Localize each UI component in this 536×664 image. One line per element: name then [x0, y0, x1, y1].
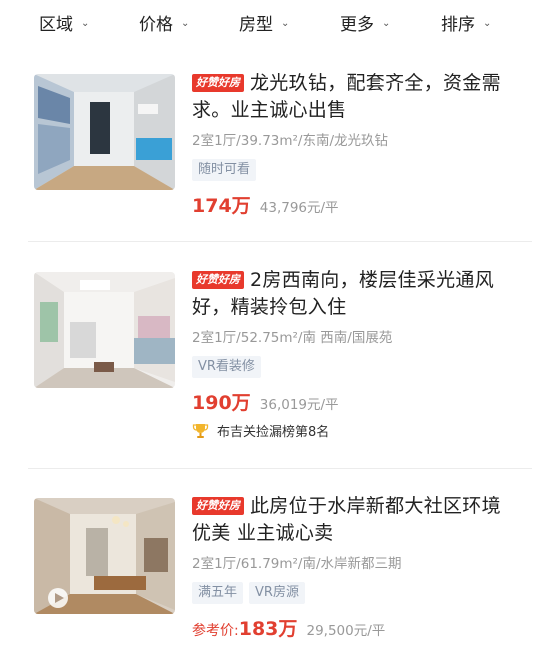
listing-tags: 随时可看	[192, 158, 512, 182]
filter-room-type[interactable]: 房型 ⌄	[239, 10, 289, 35]
listing-title-block: 好赞好房 龙光玖钻，配套齐全，资金需求。业主诚心出售	[192, 70, 512, 124]
filter-more[interactable]: 更多 ⌄	[340, 10, 390, 35]
filter-price[interactable]: 价格 ⌄	[139, 10, 189, 35]
listing-title-block: 好赞好房 2房西南向，楼层佳采光通风好，精装拎包入住	[192, 267, 512, 321]
divider	[28, 241, 532, 242]
chevron-down-icon: ⌄	[382, 18, 391, 29]
total-price: 174万	[192, 195, 251, 217]
filter-room-type-label: 房型	[239, 15, 273, 35]
listing-meta: 2室1厅/61.79m²/南/水岸新都三期	[192, 556, 402, 572]
rank-row[interactable]: 布吉关捡漏榜第8名	[192, 421, 512, 440]
listing-tag: VR房源	[249, 582, 305, 604]
listing-tag: 随时可看	[192, 159, 257, 181]
filter-area[interactable]: 区域 ⌄	[39, 10, 89, 35]
total-price: 183万	[238, 618, 298, 640]
filter-bar: 区域 ⌄ 价格 ⌄ 房型 ⌄ 更多 ⌄ 排序 ⌄	[0, 0, 536, 44]
reference-price-label: 参考价:	[192, 623, 239, 639]
listing-title-block: 好赞好房 此房位于水岸新都大社区环境优美 业主诚心卖	[192, 493, 512, 547]
good-house-badge: 好赞好房	[192, 497, 244, 515]
listing-photo	[34, 74, 175, 190]
price-row: 参考价:183万 29,500元/平	[192, 614, 512, 641]
listing-meta: 2室1厅/52.75m²/南 西南/国展苑	[192, 330, 393, 346]
listing-meta: 2室1厅/39.73m²/东南/龙光玖钻	[192, 133, 389, 149]
chevron-down-icon: ⌄	[81, 18, 90, 29]
listing-tag: VR看装修	[192, 356, 261, 378]
unit-price: 36,019元/平	[259, 397, 339, 413]
total-price: 190万	[192, 392, 251, 414]
unit-price: 29,500元/平	[306, 623, 386, 639]
good-house-badge: 好赞好房	[192, 271, 244, 289]
rank-text: 布吉关捡漏榜第8名	[217, 425, 330, 440]
price-row: 174万 43,796元/平	[192, 191, 512, 218]
price-row: 190万 36,019元/平	[192, 388, 512, 415]
listing-photo	[34, 498, 175, 614]
chevron-down-icon: ⌄	[181, 18, 190, 29]
chevron-down-icon: ⌄	[281, 18, 290, 29]
listing-tag: 满五年	[192, 582, 244, 604]
filter-sort-label: 排序	[441, 15, 475, 35]
filter-more-label: 更多	[340, 15, 374, 35]
filter-area-label: 区域	[39, 15, 73, 35]
filter-sort[interactable]: 排序 ⌄	[441, 10, 491, 35]
trophy-icon	[192, 424, 209, 438]
chevron-down-icon: ⌄	[483, 18, 492, 29]
unit-price: 43,796元/平	[259, 200, 339, 216]
listing-photo	[34, 272, 175, 388]
listing-tags: VR看装修	[192, 355, 512, 379]
good-house-badge: 好赞好房	[192, 74, 244, 92]
divider	[28, 468, 532, 469]
listing-tags: 满五年 VR房源	[192, 581, 512, 605]
filter-price-label: 价格	[139, 15, 173, 35]
